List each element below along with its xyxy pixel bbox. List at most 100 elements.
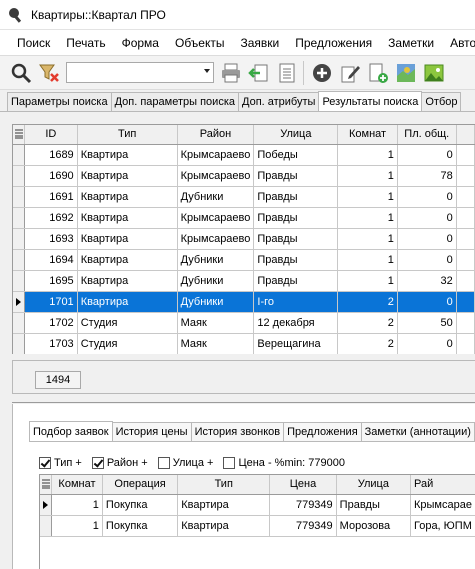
menu-notes[interactable]: Заметки [380,36,442,50]
cell-id[interactable]: 1703 [24,333,78,354]
cell-district[interactable]: Дубники [177,291,255,313]
cell-area[interactable]: 0 [397,207,457,229]
table-row[interactable]: 1692 Квартира Крымсараево Правды 1 0 [13,207,475,229]
cell-overflow[interactable] [456,312,475,334]
cell-id[interactable]: 1689 [24,144,78,166]
cell-rooms[interactable]: 1 [337,165,398,187]
cell-district[interactable]: Дубники [177,270,255,292]
import-button[interactable] [246,60,272,86]
cell-overflow[interactable] [456,165,475,187]
cell-area[interactable]: 0 [397,228,457,250]
cell-overflow[interactable] [456,144,475,166]
cell-area[interactable]: 78 [397,165,457,187]
cell-price[interactable]: 779349 [269,515,337,537]
tab-notes[interactable]: Заметки (аннотации) [360,422,475,441]
cell-street[interactable]: Морозова [336,515,411,537]
table-row[interactable]: 1 Покупка Квартира 779349 Морозова Гора, ЮПМ [40,515,475,537]
tab-offers[interactable]: Предложения [283,422,362,441]
tab-search-params[interactable]: Параметры поиска [7,92,112,111]
cell-id[interactable]: 1690 [24,165,78,187]
table-row[interactable]: 1689 Квартира Крымсараево Победы 1 0 [13,144,475,166]
checkbox[interactable] [223,457,236,469]
cell-type[interactable]: Квартира [77,207,178,229]
column-chooser[interactable] [13,125,25,145]
cell-type[interactable]: Студия [77,312,178,334]
table-row[interactable]: 1695 Квартира Дубники Правды 1 32 [13,270,475,292]
add-button[interactable] [309,60,335,86]
row-indicator[interactable] [13,333,25,354]
cell-area[interactable]: 0 [397,249,457,271]
cell-district[interactable]: Маяк [177,312,255,334]
cell-rooms[interactable]: 1 [337,207,398,229]
cell-street[interactable]: Правды [253,207,339,229]
cell-type[interactable]: Квартира [77,228,178,250]
menu-offers[interactable]: Предложения [287,36,380,50]
cell-rooms[interactable]: 1 [337,228,398,250]
cell-id[interactable]: 1695 [24,270,78,292]
cell-district[interactable]: Дубники [177,249,255,271]
cell-area[interactable]: 0 [397,186,457,208]
cell-rooms[interactable]: 2 [337,312,398,334]
cell-street[interactable]: Правды [253,186,339,208]
cell-rooms[interactable]: 1 [337,270,398,292]
row-indicator[interactable] [13,228,25,250]
table-row[interactable]: 1702 Студия Маяк 12 декабря 2 50 [13,312,475,334]
column-header[interactable]: Комнат [51,475,103,495]
cell-area[interactable]: 0 [397,333,457,354]
cell-overflow[interactable] [456,186,475,208]
panel-splitter[interactable] [12,402,475,403]
cell-id[interactable]: 1701 [24,291,78,313]
tab-extra-attributes[interactable]: Доп. атрибуты [238,92,320,111]
column-header[interactable]: Операция [102,475,179,495]
cell-district[interactable]: Крымсараево [177,207,255,229]
cell-district[interactable]: Крымсараево [177,165,255,187]
search-button[interactable] [8,60,34,86]
tab-selection[interactable]: Отбор [421,92,462,111]
tab-extra-search-params[interactable]: Доп. параметры поиска [110,92,239,111]
cell-area[interactable]: 0 [397,291,457,313]
column-header[interactable]: Пл. общ. [397,125,457,145]
column-header[interactable]: ID [24,125,78,145]
cell-district[interactable]: Гора, ЮПМ [410,515,475,537]
cell-overflow[interactable] [456,249,475,271]
cell-street[interactable]: Победы [253,144,339,166]
map-button[interactable] [393,60,419,86]
cell-rooms[interactable]: 2 [337,291,398,313]
cell-overflow[interactable] [456,207,475,229]
list-button[interactable] [274,60,300,86]
column-header[interactable]: Рай [410,475,475,495]
row-indicator[interactable] [13,291,25,313]
cell-type[interactable]: Студия [77,333,178,354]
filter-type[interactable]: Тип + [39,457,82,469]
column-header-overflow[interactable] [456,125,475,145]
cell-area[interactable]: 50 [397,312,457,334]
cell-district[interactable]: Дубники [177,186,255,208]
photo-button[interactable] [421,60,447,86]
column-header[interactable]: Цена [269,475,337,495]
cell-district[interactable]: Крымсараево [177,228,255,250]
cell-district[interactable]: Маяк [177,333,255,354]
tab-search-results[interactable]: Результаты поиска [318,91,423,111]
row-indicator[interactable] [13,144,25,166]
row-indicator[interactable] [13,312,25,334]
cell-rooms[interactable]: 1 [337,144,398,166]
column-header[interactable]: Район [177,125,255,145]
search-combo[interactable] [66,62,214,83]
cell-id[interactable]: 1692 [24,207,78,229]
filter-price[interactable]: Цена - %min: 779000 [223,457,345,469]
filter-street[interactable]: Улица + [157,457,213,469]
table-row[interactable]: 1701 Квартира Дубники I-го 2 0 [13,291,475,313]
table-row[interactable]: 1691 Квартира Дубники Правды 1 0 [13,186,475,208]
menu-auto[interactable]: Авто [442,36,475,50]
menu-objects[interactable]: Объекты [167,36,233,50]
cell-district[interactable]: Крымсараево [177,144,255,166]
cell-id[interactable]: 1694 [24,249,78,271]
tab-price-history[interactable]: История цены [111,422,192,441]
cell-district[interactable]: Крымсарае [410,494,475,516]
cell-street[interactable]: 12 декабря [253,312,339,334]
cell-type[interactable]: Квартира [77,270,178,292]
cell-type[interactable]: Квартира [177,494,271,516]
cell-rooms[interactable]: 2 [337,333,398,354]
print-button[interactable] [218,60,244,86]
cell-id[interactable]: 1702 [24,312,78,334]
